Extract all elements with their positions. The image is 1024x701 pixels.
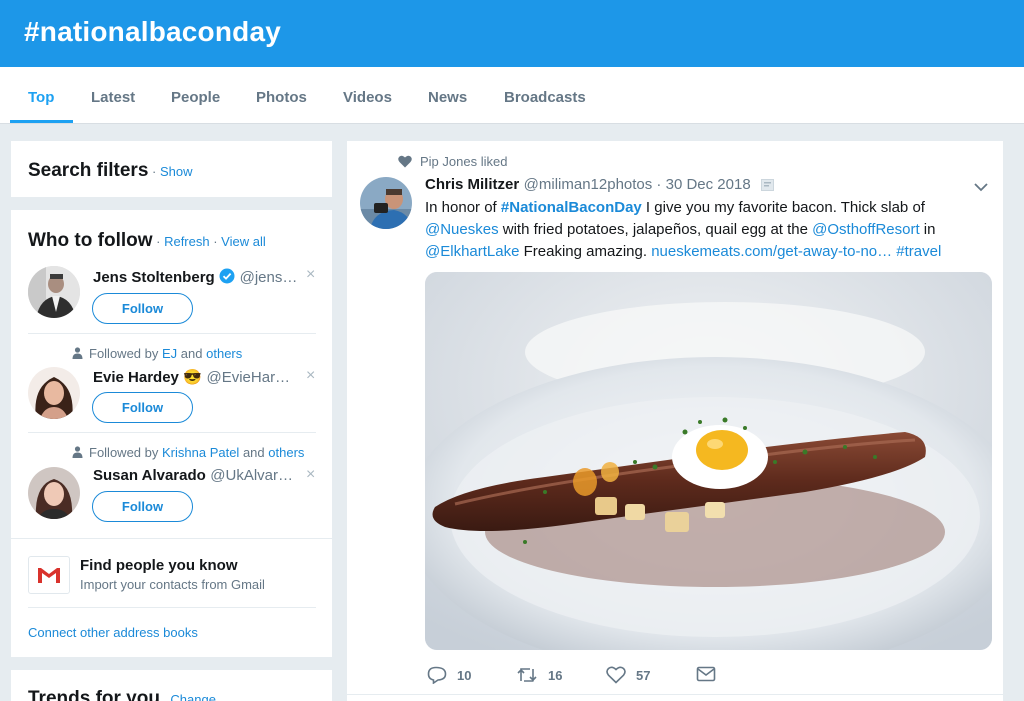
tab-latest[interactable]: Latest [91, 89, 135, 106]
divider [347, 694, 1003, 695]
trends-card: Trends for you Change [11, 670, 332, 701]
followed-by-others-link[interactable]: others [268, 445, 304, 460]
divider [28, 607, 316, 608]
avatar[interactable] [28, 467, 80, 519]
followed-by-prefix: Followed by [89, 445, 159, 460]
direct-message-action[interactable] [696, 666, 716, 685]
user-name[interactable]: Jens Stoltenberg [93, 269, 215, 286]
active-tab-indicator [10, 120, 73, 123]
search-filters-title: Search filters [28, 160, 149, 181]
tweet-text-segment: In honor of [425, 199, 501, 216]
followed-by-others-link[interactable]: others [206, 346, 242, 361]
url-link[interactable]: nueskemeats.com/get-away-to-no… [651, 243, 892, 260]
divider [28, 432, 316, 433]
user-handle[interactable]: @jens… [240, 269, 298, 286]
chevron-down-icon[interactable] [973, 180, 989, 198]
reply-action[interactable]: 10 [427, 666, 471, 687]
reply-count: 10 [457, 668, 472, 683]
tweet-author-name[interactable]: Chris Militzer [425, 176, 519, 193]
sunglasses-emoji-icon: 😎 [183, 369, 203, 386]
user-name-row: Susan Alvarado @UkAlvar… [93, 467, 293, 485]
person-icon [72, 446, 83, 461]
connect-address-books-link[interactable]: Connect other address books [28, 625, 198, 640]
dismiss-icon[interactable]: × [306, 266, 315, 284]
tweet-text-segment: in [919, 221, 936, 238]
mention-link[interactable]: @ElkhartLake [425, 243, 519, 260]
tweet-text-segment: Freaking amazing. [519, 243, 652, 260]
divider [11, 538, 332, 539]
hashtag-link[interactable]: #travel [896, 243, 941, 260]
avatar[interactable] [28, 266, 80, 318]
avatar[interactable] [28, 367, 80, 419]
retweet-action[interactable]: 16 [516, 666, 562, 687]
separator-dot: · [652, 176, 666, 193]
separator-dot: · [148, 164, 160, 179]
tweet-author-handle[interactable]: @miliman12photos [524, 176, 653, 193]
followed-by-user-link[interactable]: Krishna Patel [162, 445, 239, 460]
tweet-photo[interactable] [425, 272, 992, 650]
search-header-banner: #nationalbaconday [0, 0, 1024, 67]
tweet-text-segment: with fried potatoes, jalapeños, quail eg… [498, 221, 813, 238]
translate-icon [761, 178, 775, 196]
user-name[interactable]: Susan Alvarado [93, 467, 206, 484]
tweet-text: In honor of #NationalBaconDay I give you… [425, 197, 985, 263]
follow-button[interactable]: Follow [92, 491, 193, 522]
tweet-date[interactable]: 30 Dec 2018 [666, 176, 751, 193]
refresh-link[interactable]: Refresh [164, 234, 210, 249]
divider [28, 333, 316, 334]
envelope-icon [696, 666, 716, 685]
retweet-icon [516, 666, 538, 687]
hashtag-link[interactable]: #NationalBaconDay [501, 199, 642, 216]
like-count: 57 [636, 668, 651, 683]
separator-dot: · [152, 234, 165, 249]
followed-by-user-link[interactable]: EJ [162, 346, 177, 361]
reply-icon [427, 666, 447, 687]
search-tabs: Top Latest People Photos Videos News Bro… [0, 67, 1024, 124]
user-name-row: Evie Hardey 😎 @EvieHar… [93, 368, 290, 387]
mention-link[interactable]: @OsthoffResort [812, 221, 920, 238]
separator-dot: · [209, 234, 222, 249]
tab-videos[interactable]: Videos [343, 89, 392, 106]
follow-button[interactable]: Follow [92, 293, 193, 324]
search-query-title: #nationalbaconday [24, 16, 282, 47]
trends-title: Trends for you [28, 688, 160, 701]
tab-top[interactable]: Top [28, 89, 54, 106]
verified-badge-icon [219, 268, 235, 289]
user-name[interactable]: Evie Hardey [93, 369, 179, 386]
dismiss-icon[interactable]: × [306, 367, 315, 385]
view-all-link[interactable]: View all [221, 234, 266, 249]
person-icon [72, 347, 83, 362]
tweet-header: Chris Militzer @miliman12photos · 30 Dec… [425, 176, 775, 196]
user-handle[interactable]: @EvieHar… [206, 369, 290, 386]
find-people-title[interactable]: Find people you know [80, 557, 238, 574]
tab-broadcasts[interactable]: Broadcasts [504, 89, 586, 106]
user-handle[interactable]: @UkAlvar… [210, 467, 293, 484]
tab-photos[interactable]: Photos [256, 89, 307, 106]
retweet-count: 16 [548, 668, 563, 683]
user-name-row: Jens Stoltenberg @jens… [93, 268, 297, 289]
search-filters-show-link[interactable]: Show [160, 164, 193, 179]
tweet-context: Pip Jones liked [398, 153, 507, 173]
heart-icon [398, 155, 412, 173]
search-filters-card: Search filters · Show [11, 141, 332, 197]
like-heart-icon [606, 666, 626, 687]
tab-people[interactable]: People [171, 89, 220, 106]
gmail-icon[interactable] [28, 556, 70, 594]
followed-by-context: Followed by EJ and others [72, 346, 242, 362]
tweet-author-avatar[interactable] [360, 177, 412, 229]
trends-change-link[interactable]: Change [170, 692, 216, 701]
followed-by-and: and [242, 445, 265, 460]
like-action[interactable]: 57 [606, 666, 650, 687]
followed-by-prefix: Followed by [89, 346, 159, 361]
mention-link[interactable]: @Nueskes [425, 221, 499, 238]
followed-by-and: and [180, 346, 203, 361]
dismiss-icon[interactable]: × [306, 466, 315, 484]
tweet-text-segment: I give you my favorite bacon. Thick slab… [641, 199, 925, 216]
who-to-follow-title: Who to follow [28, 230, 153, 251]
tab-news[interactable]: News [428, 89, 467, 106]
follow-button[interactable]: Follow [92, 392, 193, 423]
tweet-context-text: Pip Jones liked [420, 154, 508, 169]
followed-by-context: Followed by Krishna Patel and others [72, 445, 304, 461]
find-people-subtitle: Import your contacts from Gmail [80, 577, 265, 592]
